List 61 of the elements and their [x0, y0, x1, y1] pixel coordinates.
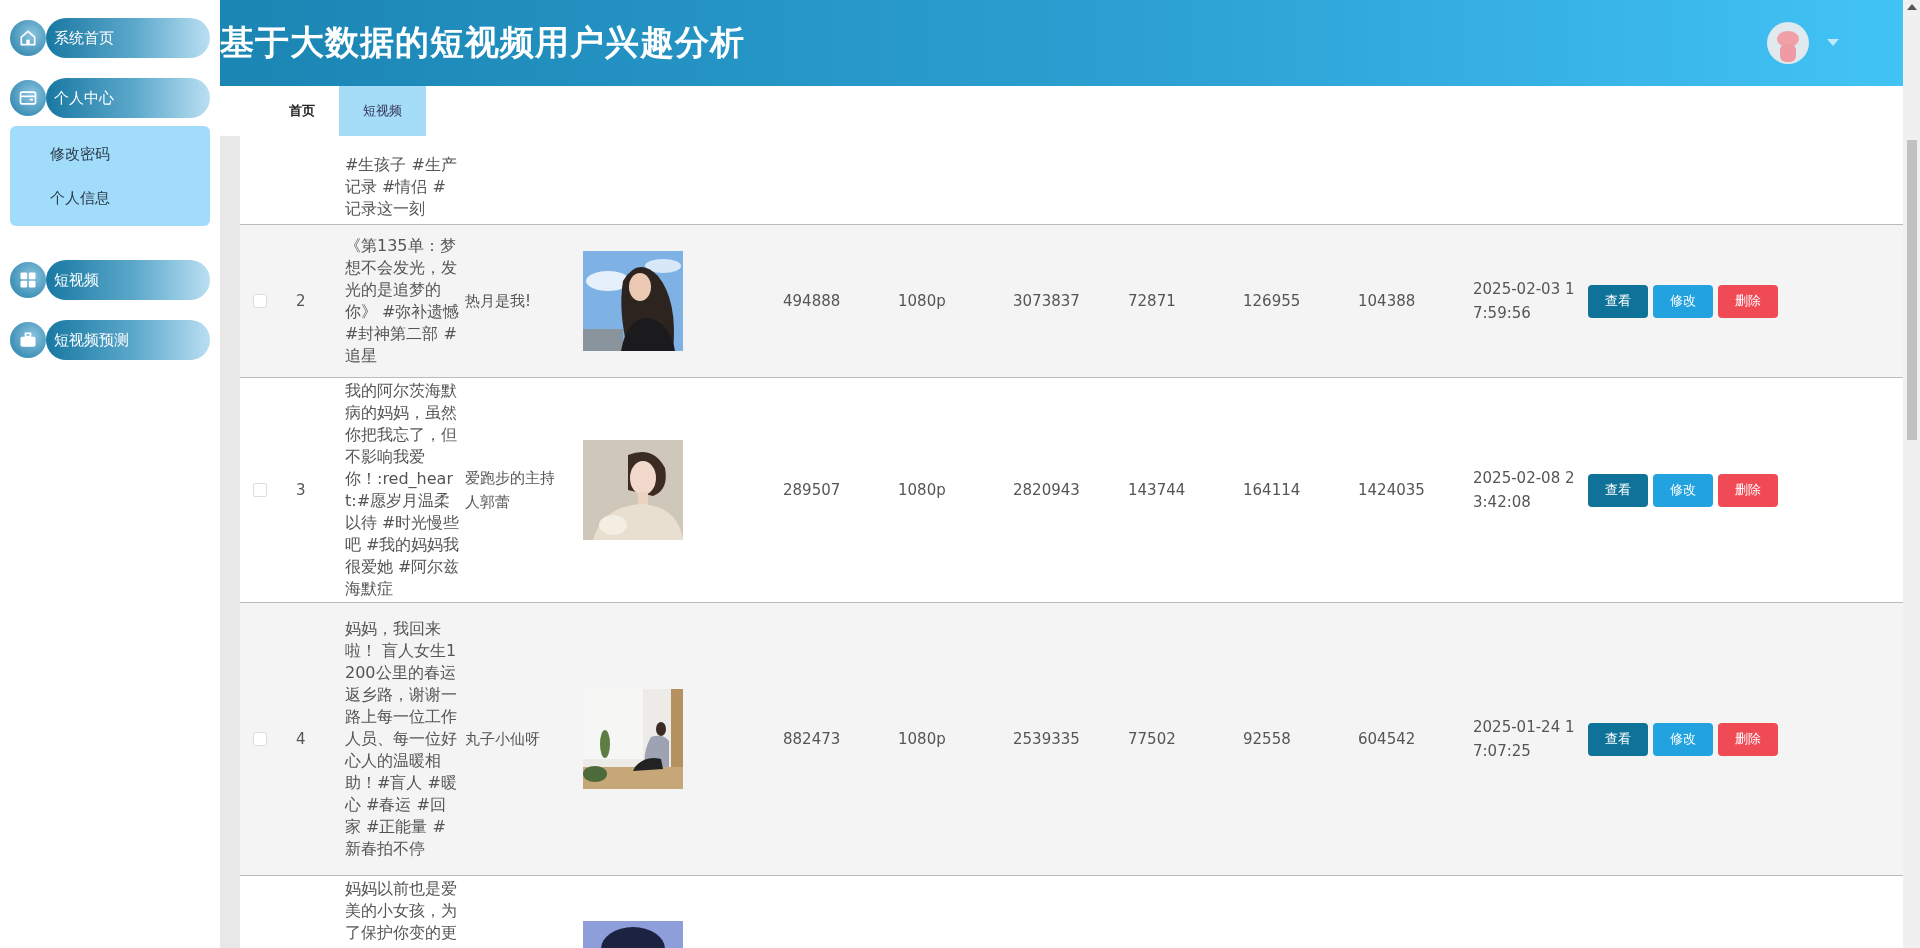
table-cell: 我的阿尔茨海默病的妈妈，虽然你把我忘了，但不影响我爱你！:red_heart:#愿岁月温柔以待 #时光慢些吧 #我的妈妈我很爱她 #阿尔兹海默症	[345, 380, 461, 600]
edit-button[interactable]: 修改	[1653, 722, 1713, 756]
table-cell: 1080p	[898, 730, 946, 748]
table-cell: 882473	[783, 730, 841, 748]
table-cell-text: 2025-02-03 17:59:56	[1473, 279, 1576, 324]
nav-item[interactable]: 短视频	[46, 260, 210, 300]
nav-item[interactable]: 短视频预测	[46, 320, 210, 360]
table-cell: 4	[296, 730, 306, 748]
delete-button[interactable]: 删除	[1718, 473, 1778, 507]
view-button[interactable]: 查看	[1588, 722, 1648, 756]
table-cell: 3073837	[1013, 292, 1080, 310]
table-cell: 143744	[1128, 481, 1186, 499]
row-checkbox[interactable]	[253, 294, 267, 308]
caret-icon[interactable]	[1827, 39, 1839, 47]
nav-item[interactable]: 系统首页	[46, 18, 210, 58]
table-cell: 2539335	[1013, 730, 1080, 748]
grid-icon	[10, 262, 46, 298]
table-cell: 289507	[783, 481, 841, 499]
card-icon	[10, 80, 46, 116]
scrollbar[interactable]	[1903, 0, 1920, 948]
briefcase-icon	[10, 322, 46, 358]
table-cell-text: 妈妈，我回来啦！ 盲人女生1200公里的春运返乡路，谢谢一路上每一位工作人员、每一位好心人的温暖相助！#盲人 #暖心 #春运 #回家 #正能量 #新春拍不停	[345, 618, 458, 860]
app-title: 基于大数据的短视频用户兴趣分析	[220, 21, 746, 64]
table-cell: 2	[296, 292, 306, 310]
table-cell: 《第135单：梦想不会发光，发光的是追梦的你》 #弥补遗憾 #封神第二部 #追星	[345, 235, 461, 367]
table-cell: 1080p	[898, 481, 946, 499]
table-cell-text: 丸子小仙呀	[465, 729, 541, 750]
table-cell: 126955	[1243, 292, 1301, 310]
view-button[interactable]: 查看	[1588, 473, 1648, 507]
table-cell: 2820943	[1013, 481, 1080, 499]
submenu-item[interactable]: 修改密码	[10, 132, 210, 176]
table-cell: 164114	[1243, 481, 1301, 499]
table-cell: 72871	[1128, 292, 1176, 310]
table-cell-text: 2025-02-08 23:42:08	[1473, 468, 1576, 513]
table-cell: 3	[296, 481, 306, 499]
table-cell: 1424035	[1358, 481, 1425, 499]
table-cell: 77502	[1128, 730, 1176, 748]
table-cell-text: 热月是我!	[465, 291, 532, 312]
table-cell: 604542	[1358, 730, 1416, 748]
row-checkbox[interactable]	[253, 483, 267, 497]
delete-button[interactable]: 删除	[1718, 722, 1778, 756]
table-cell: 1080p	[898, 292, 946, 310]
delete-button[interactable]: 删除	[1718, 284, 1778, 318]
scrollbar-thumb[interactable]	[1906, 140, 1917, 440]
edit-button[interactable]: 修改	[1653, 473, 1713, 507]
edit-button[interactable]: 修改	[1653, 284, 1713, 318]
row-checkbox[interactable]	[253, 732, 267, 746]
scroll-up-icon[interactable]	[1906, 4, 1917, 10]
nav-item[interactable]: 个人中心	[46, 78, 210, 118]
table-cell-text: 2025-01-24 17:07:25	[1473, 717, 1576, 762]
table-cell-text: 妈妈以前也是爱美的小女孩，为了保护你变的更	[345, 878, 458, 944]
home-icon	[10, 20, 46, 56]
table-cell: 494888	[783, 292, 841, 310]
table-cell: 92558	[1243, 730, 1291, 748]
view-button[interactable]: 查看	[1588, 284, 1648, 318]
table-cell: 104388	[1358, 292, 1416, 310]
table-cell-text: 爱跑步的主持人郭蕾	[465, 468, 556, 513]
submenu-item[interactable]: 个人信息	[10, 176, 210, 220]
tab[interactable]: 短视频	[339, 86, 426, 136]
table-cell-text: #生孩子 #生产记录 #情侣 #记录这一刻	[345, 154, 458, 220]
avatar-icon[interactable]	[1767, 22, 1809, 64]
